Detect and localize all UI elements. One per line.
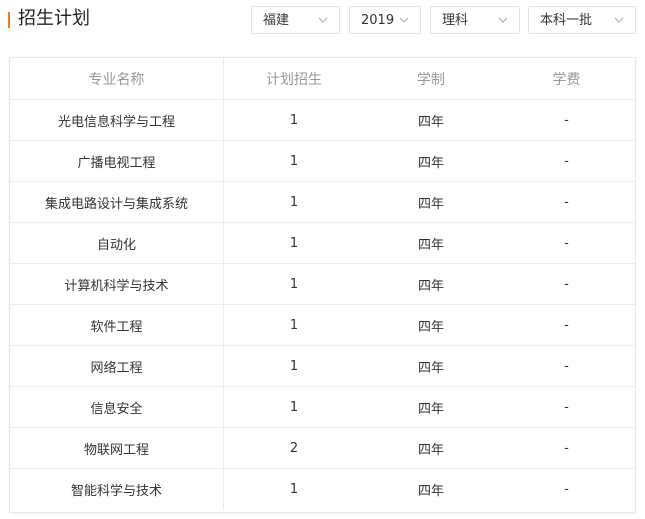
subject-select[interactable]: 理科 [430,6,520,34]
plan-count-cell: 1 [289,194,299,210]
duration-cell: 四年 [417,401,444,417]
batch-select-value: 本科一批 [540,13,593,28]
table-row: 自动化 1 四年 - [10,223,635,264]
plan-count-cell: 1 [289,276,299,292]
tuition-cell: - [564,482,569,497]
tuition-cell: - [564,276,569,292]
duration-cell: 四年 [417,278,444,294]
table-row: 光电信息科学与工程 1 四年 - [10,100,635,141]
major-cell: 信息安全 [10,387,224,427]
duration-cell: 四年 [417,237,444,253]
duration-cell: 四年 [417,155,444,171]
major-cell: 计算机科学与技术 [10,264,224,304]
plan-count-cell: 1 [289,317,299,333]
major-cell: 物联网工程 [10,428,224,468]
table-row: 网络工程 1 四年 - [10,346,635,387]
table-header-row: 专业名称 计划招生 学制 学费 [10,58,635,100]
chevron-down-icon [399,17,409,23]
table-row: 集成电路设计与集成系统 1 四年 - [10,182,635,223]
table-row: 信息安全 1 四年 - [10,387,635,428]
plan-count-cell: 1 [289,399,299,415]
chevron-down-icon [498,17,508,23]
major-cell: 光电信息科学与工程 [10,100,224,140]
column-header-tuition: 学费 [552,71,581,88]
major-cell: 软件工程 [10,305,224,345]
column-header-major: 专业名称 [10,58,224,99]
tuition-cell: - [564,235,569,251]
major-cell: 网络工程 [10,346,224,386]
plan-count-cell: 1 [289,358,299,374]
tuition-cell: - [564,358,569,374]
column-header-duration: 学制 [417,71,445,88]
province-select-value: 福建 [263,13,290,28]
column-header-plan: 计划招生 [266,71,322,88]
plan-count-cell: 1 [289,482,299,497]
province-select[interactable]: 福建 [251,6,340,34]
tuition-cell: - [564,194,569,210]
chevron-down-icon [318,17,328,23]
page-title: 招生计划 [18,8,90,29]
year-select-value: 2019 [361,13,395,28]
duration-cell: 四年 [417,319,444,335]
table-row: 智能科学与技术 1 四年 - [10,469,635,510]
plan-count-cell: 1 [289,112,299,128]
plan-count-cell: 1 [289,153,299,169]
table-row: 物联网工程 2 四年 - [10,428,635,469]
subject-select-value: 理科 [442,13,469,28]
enrollment-plan-table: 专业名称 计划招生 学制 学费 光电信息科学与工程 1 四年 - 广播电视工程 1 四年 - 集… [9,57,636,513]
duration-cell: 四年 [417,484,444,499]
tuition-cell: - [564,317,569,333]
tuition-cell: - [564,399,569,415]
tuition-cell: - [564,112,569,128]
major-cell: 集成电路设计与集成系统 [10,182,224,222]
title-accent-bar [8,12,10,28]
duration-cell: 四年 [417,360,444,376]
page-header: 招生计划 福建 2019 理科 本科一批 [0,0,645,40]
table-row: 广播电视工程 1 四年 - [10,141,635,182]
tuition-cell: - [564,153,569,169]
tuition-cell: - [564,440,569,456]
major-cell: 广播电视工程 [10,141,224,181]
duration-cell: 四年 [417,114,444,130]
major-cell: 智能科学与技术 [10,469,224,510]
chevron-down-icon [614,17,624,23]
plan-count-cell: 1 [289,235,299,251]
duration-cell: 四年 [417,442,444,458]
plan-count-cell: 2 [289,440,299,456]
table-row: 计算机科学与技术 1 四年 - [10,264,635,305]
batch-select[interactable]: 本科一批 [528,6,636,34]
table-row: 软件工程 1 四年 - [10,305,635,346]
duration-cell: 四年 [417,196,444,212]
year-select[interactable]: 2019 [349,6,421,34]
major-cell: 自动化 [10,223,224,263]
